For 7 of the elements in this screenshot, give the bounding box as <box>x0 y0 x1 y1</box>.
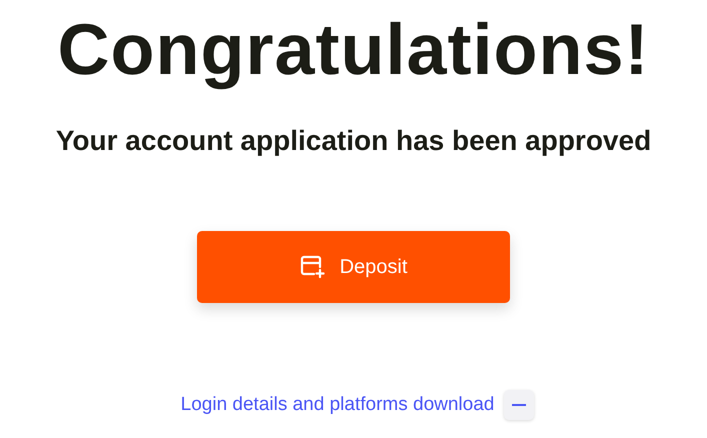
subheading: Your account application has been approved <box>56 124 652 158</box>
collapse-toggle[interactable] <box>504 390 534 420</box>
heading: Congratulations! <box>58 10 650 90</box>
details-link[interactable]: Login details and platforms download <box>180 394 494 416</box>
deposit-button[interactable]: Deposit <box>197 231 510 303</box>
card-plus-icon <box>300 255 326 279</box>
minus-icon <box>511 404 528 406</box>
